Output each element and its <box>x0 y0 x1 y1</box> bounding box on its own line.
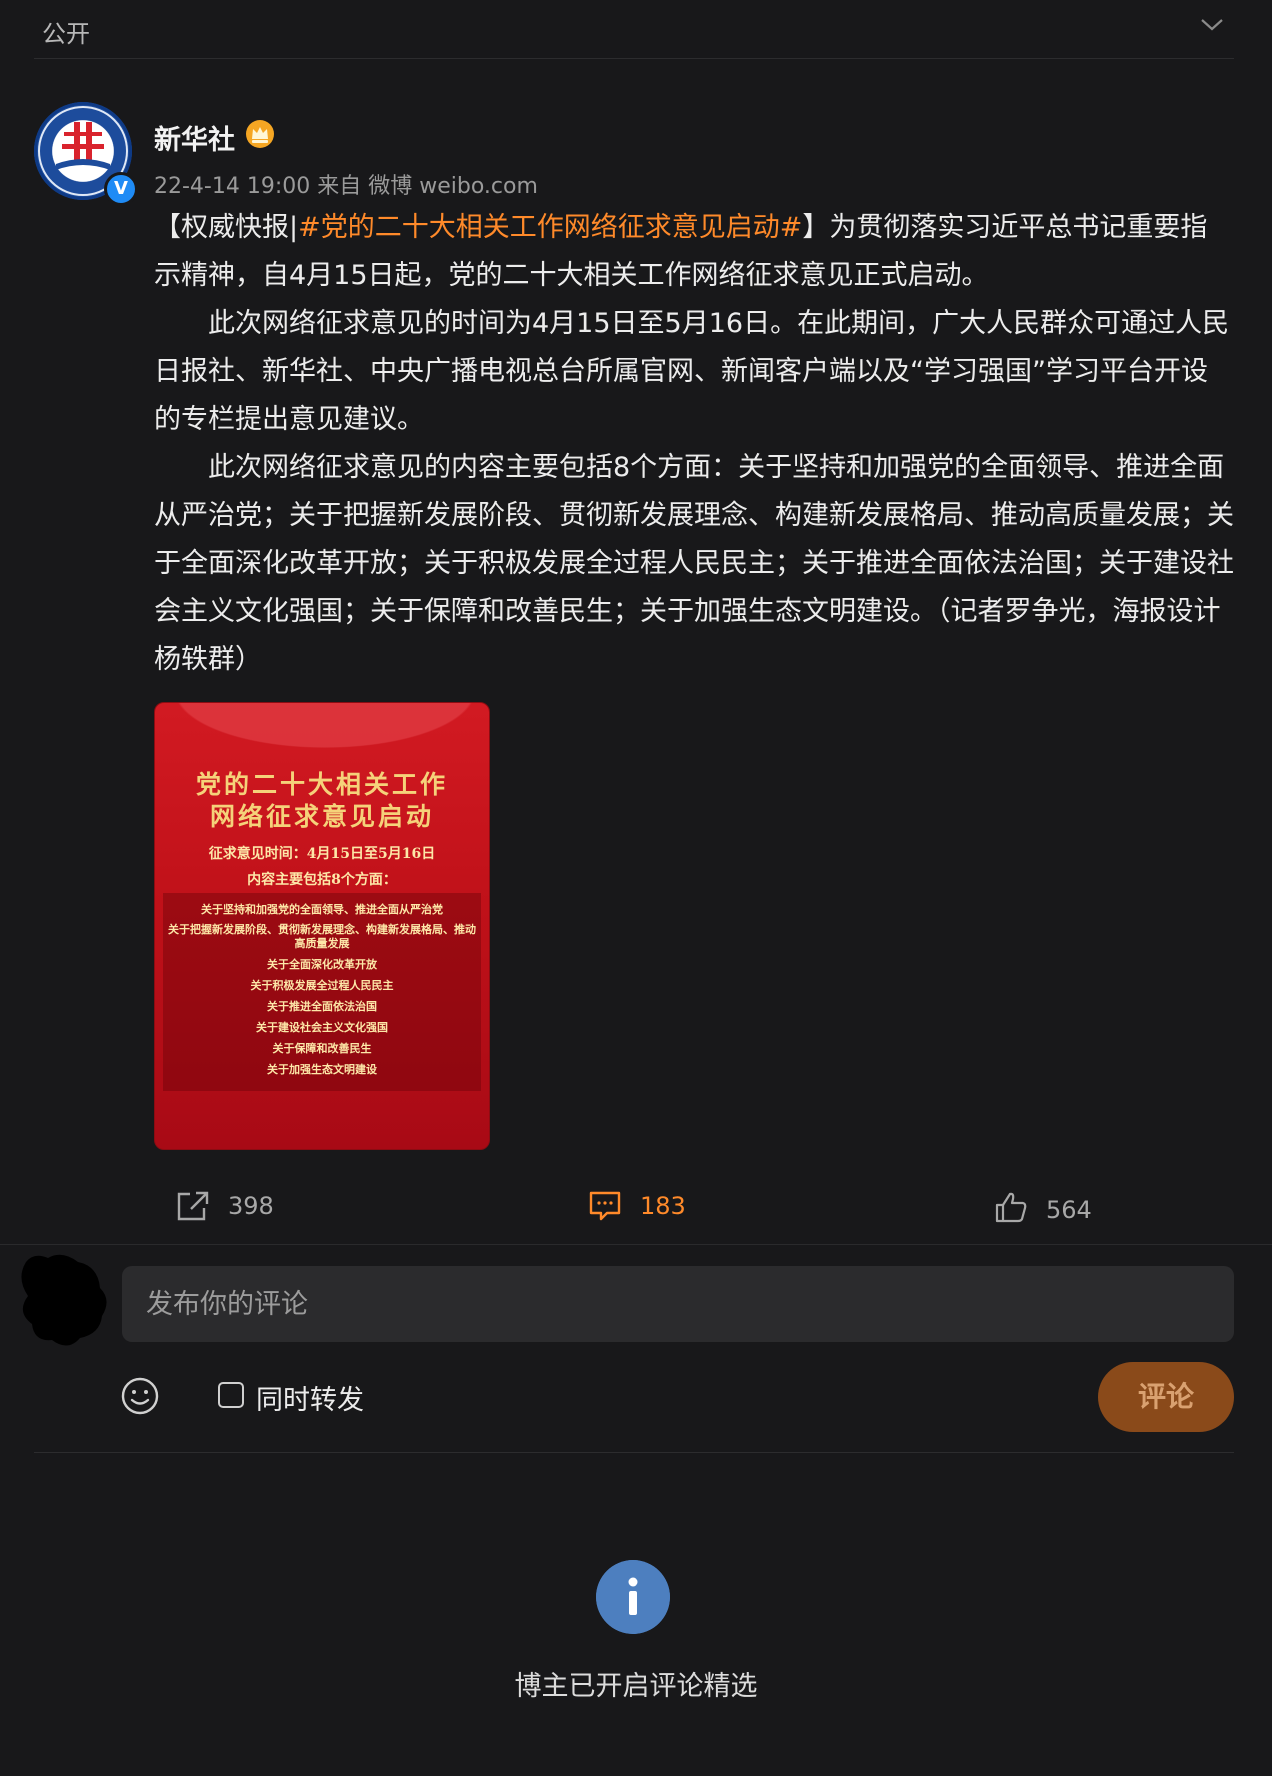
post-source: 来自 微博 weibo.com <box>317 174 538 199</box>
repost-checkbox[interactable] <box>218 1382 244 1408</box>
post-lead-tag: 【权威快报| <box>154 212 299 243</box>
thumbs-up-icon <box>995 1192 1027 1223</box>
smiley-icon[interactable] <box>120 1376 160 1416</box>
poster-item: 关于积极发展全过程人民民主 <box>250 979 394 992</box>
hashtag-link[interactable]: #党的二十大相关工作网络征求意见启动# <box>298 212 802 243</box>
info-icon <box>596 1560 670 1634</box>
composer-divider <box>34 1452 1234 1453</box>
poster-item: 关于坚持和加强党的全面领导、推进全面从严治党 <box>201 903 443 916</box>
poster-item: 关于加强生态文明建设 <box>267 1063 377 1076</box>
share-icon <box>177 1191 209 1221</box>
poster-item: 关于推进全面依法治国 <box>267 1000 377 1013</box>
crown-icon <box>246 120 274 148</box>
poster-item-list: 关于坚持和加强党的全面领导、推进全面从严治党 关于把握新发展阶段、贯彻新发展理念… <box>163 899 481 1080</box>
poster-item: 关于建设社会主义文化强国 <box>256 1021 388 1034</box>
poster-time-line: 征求意见时间：4月15日至5月16日 <box>208 846 436 862</box>
post-action-bar: 398 183 564 <box>0 1178 1272 1234</box>
comment-curation-notice: 博主已开启评论精选 <box>514 1671 758 1702</box>
repost-checkbox-label[interactable]: 同时转发 <box>256 1378 364 1417</box>
poster-wave-decoration <box>155 703 489 763</box>
post-content: 【权威快报|#党的二十大相关工作网络征求意见启动#】为贯彻落实习近平总书记重要指… <box>154 204 1234 684</box>
post-paragraph-1: 【权威快报|#党的二十大相关工作网络征求意见启动#】为贯彻落实习近平总书记重要指… <box>154 204 1234 300</box>
post-paragraph-3: 此次网络征求意见的内容主要包括8个方面：关于坚持和加强党的全面领导、推进全面从严… <box>154 452 1234 675</box>
chevron-down-icon[interactable] <box>1198 10 1226 38</box>
post-timestamp[interactable]: 22-4-14 19:00 <box>154 174 310 199</box>
comment-input[interactable] <box>122 1266 1234 1342</box>
post-paragraph-2: 此次网络征求意见的时间为4月15日至5月16日。在此期间，广大人民群众可通过人民… <box>154 308 1230 435</box>
poster-item: 关于保障和改善民生 <box>272 1042 372 1055</box>
poster-item: 关于全面深化改革开放 <box>267 958 377 971</box>
comment-icon <box>589 1191 621 1221</box>
repost-count: 398 <box>228 1192 274 1220</box>
user-avatar[interactable] <box>14 1248 114 1348</box>
poster-content-intro: 内容主要包括8个方面： <box>247 872 397 888</box>
like-count: 564 <box>1046 1196 1092 1224</box>
post-image-poster[interactable]: 党的二十大相关工作 网络征求意见启动 征求意见时间：4月15日至5月16日 内容… <box>154 702 490 1150</box>
poster-title-line-1: 党的二十大相关工作 <box>195 770 448 799</box>
visibility-label: 公开 <box>42 20 90 48</box>
poster-title-line-2: 网络征求意见启动 <box>209 802 434 831</box>
author-name[interactable]: 新华社 <box>154 118 235 157</box>
section-divider <box>0 1244 1272 1245</box>
submit-comment-button[interactable]: 评论 <box>1098 1362 1234 1432</box>
verified-badge-icon: V <box>104 172 138 206</box>
poster-item: 关于把握新发展阶段、贯彻新发展理念、构建新发展格局、推动高质量发展 <box>168 923 476 950</box>
post-meta: 22-4-14 19:00 来自 微博 weibo.com <box>154 168 538 200</box>
comment-count: 183 <box>640 1192 686 1220</box>
visibility-selector[interactable]: 公开 <box>34 0 1234 59</box>
